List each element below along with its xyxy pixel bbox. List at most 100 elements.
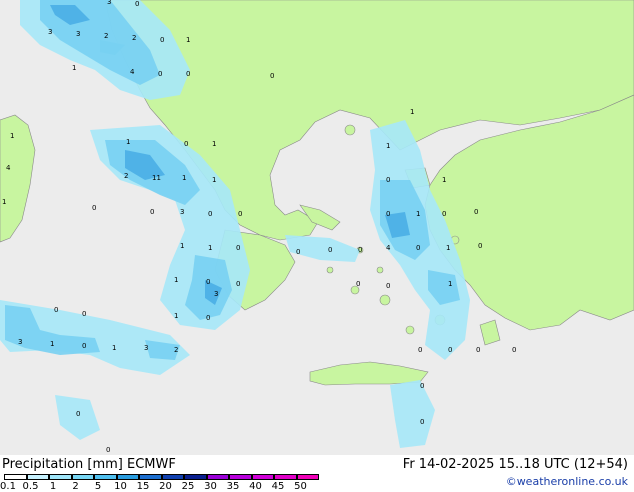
precip-value: 0 bbox=[296, 248, 300, 256]
precip-value: 0 bbox=[386, 176, 390, 184]
precip-value: 0 bbox=[186, 70, 190, 78]
precip-value: 0 bbox=[474, 208, 478, 216]
legend-tick-label: 2 bbox=[72, 481, 79, 492]
precip-value: 4 bbox=[130, 68, 135, 76]
precip-value: 0 bbox=[420, 418, 424, 426]
map-title: Precipitation [mm] ECMWF bbox=[2, 457, 176, 472]
legend-swatch bbox=[49, 474, 72, 480]
precip-value: 0 bbox=[416, 244, 420, 252]
source-credit[interactable]: ©weatheronline.co.uk bbox=[506, 475, 628, 488]
legend-tick-label: 5 bbox=[94, 481, 102, 492]
legend-tick-label: 10 bbox=[114, 481, 127, 492]
precip-value: 1 bbox=[72, 64, 76, 72]
precip-value: 1 bbox=[2, 198, 6, 206]
precip-value: 0 bbox=[236, 280, 240, 288]
precip-value: 3 bbox=[180, 208, 184, 216]
precip-value: 1 bbox=[186, 36, 190, 44]
precipitation-map: 3 0 3 2 2 0 1 3 4 0 0 1 0 1 1 0 1 2 11 1 1 3 0 0 0 1 1 0 0 1 4 1 0 0 3 3 1 0 2… bbox=[0, 0, 634, 455]
precip-value: 0 bbox=[386, 210, 390, 218]
valid-time: Fr 14-02-2025 15..18 UTC (12+54) bbox=[402, 457, 628, 472]
precip-value: 1 bbox=[10, 132, 14, 140]
precip-value: 0 bbox=[208, 210, 212, 218]
precip-value: 1 bbox=[448, 280, 452, 288]
precip-value: 0 bbox=[420, 382, 424, 390]
precip-value: 0 bbox=[206, 314, 210, 322]
legend-tick-label: 45 bbox=[271, 481, 285, 492]
precip-value: 0 bbox=[328, 246, 332, 254]
precip-value: 1 bbox=[174, 276, 178, 284]
precip-value: 0 bbox=[206, 278, 210, 286]
precip-value: 0 bbox=[82, 342, 86, 350]
precip-value: 1 bbox=[446, 244, 450, 252]
precip-value: 1 bbox=[112, 344, 116, 352]
precip-value: 4 bbox=[6, 164, 11, 172]
precip-value: 0 bbox=[476, 346, 480, 354]
legend-swatch bbox=[94, 474, 117, 480]
precip-value: 2 bbox=[132, 34, 136, 42]
land-island bbox=[326, 266, 334, 274]
legend-swatch bbox=[116, 474, 139, 480]
precip-value: 1 bbox=[386, 142, 390, 150]
precip-value: 1 bbox=[174, 312, 178, 320]
precip-value: 3 bbox=[107, 0, 111, 6]
precip-value: 3 bbox=[144, 344, 148, 352]
precip-value: 0 bbox=[92, 204, 96, 212]
precip-value: 1 bbox=[212, 176, 216, 184]
precip-value: 3 bbox=[214, 290, 218, 298]
precip-value: 1 bbox=[212, 140, 216, 148]
legend-swatch bbox=[184, 474, 207, 480]
legend-swatch bbox=[274, 474, 297, 480]
legend-tick-label: 25 bbox=[181, 481, 195, 492]
precip-value: 4 bbox=[386, 244, 391, 252]
precip-value: 1 bbox=[126, 138, 130, 146]
precip-value: 0 bbox=[418, 346, 422, 354]
precip-value: 0 bbox=[386, 282, 390, 290]
map-canvas: 3 03 2 2 0 134 0 01011 0 12 11 1 13 0 001 1 00141 0 033 1 0 2… bbox=[0, 0, 634, 455]
land-island bbox=[405, 325, 415, 335]
precip-value: 0 bbox=[442, 210, 446, 218]
precip-value: 1 bbox=[182, 174, 186, 182]
legend-swatch bbox=[26, 474, 49, 480]
legend-tick-label: 0.1 bbox=[0, 481, 16, 492]
legend-tick-label: 1 bbox=[49, 481, 57, 492]
legend-swatch bbox=[206, 474, 229, 480]
legend-tick-label: 20 bbox=[159, 481, 172, 492]
precip-value: 1 bbox=[50, 340, 54, 348]
precip-value: 1 bbox=[416, 210, 420, 218]
precip-value: 3 bbox=[18, 338, 22, 346]
legend-tick-label: 15 bbox=[136, 481, 150, 492]
precip-value: 2 bbox=[174, 346, 178, 354]
precip-value: 0 bbox=[356, 280, 360, 288]
precip-value: 0 bbox=[106, 446, 110, 454]
precip-value: 3 bbox=[76, 30, 80, 38]
legend-swatch bbox=[296, 474, 319, 480]
legend-tick-label: 40 bbox=[249, 481, 262, 492]
precip-value: 0 bbox=[82, 310, 86, 318]
legend-tick-label: 30 bbox=[204, 481, 217, 492]
color-legend: 0.1 0.5 1 2 5 10 15 20 25 30 35 40 45 50 bbox=[0, 474, 334, 492]
land-island bbox=[344, 124, 356, 136]
precip-value: 0 bbox=[160, 36, 164, 44]
legend-swatch bbox=[161, 474, 184, 480]
precip-value: 0 bbox=[184, 140, 188, 148]
precip-value: 0 bbox=[76, 410, 80, 418]
precip-value: 1 bbox=[410, 108, 414, 116]
precip-value: 1 bbox=[442, 176, 446, 184]
precip-value: 0 bbox=[236, 244, 240, 252]
legend-swatch bbox=[4, 474, 27, 480]
precip-value: 2 bbox=[124, 172, 128, 180]
precip-value: 0 bbox=[135, 0, 139, 8]
legend-swatch bbox=[139, 474, 162, 480]
legend-swatch bbox=[71, 474, 94, 480]
legend-tick-label: 35 bbox=[226, 481, 240, 492]
land-island bbox=[376, 266, 384, 274]
precip-value: 0 bbox=[54, 306, 58, 314]
precip-value: 0 bbox=[238, 210, 242, 218]
footer-bar: Precipitation [mm] ECMWF Fr 14-02-2025 1… bbox=[0, 455, 634, 492]
precip-value: 1 bbox=[208, 244, 212, 252]
legend-swatch bbox=[229, 474, 252, 480]
land-island bbox=[379, 294, 391, 306]
precip-value: 2 bbox=[104, 32, 108, 40]
precip-value: 0 bbox=[158, 70, 162, 78]
precip-value: 0 bbox=[358, 246, 362, 254]
